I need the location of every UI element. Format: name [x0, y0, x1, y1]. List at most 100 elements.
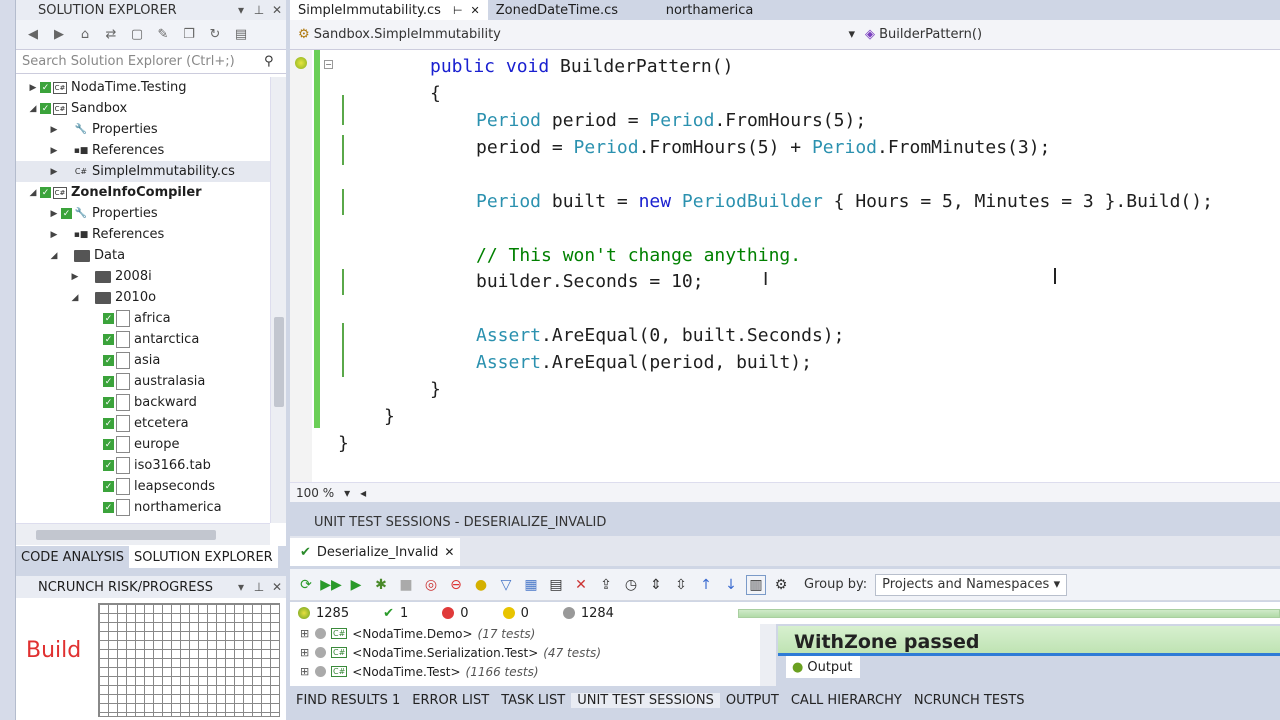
- expand-icon[interactable]: ⊞: [300, 646, 310, 659]
- collapse-all-icon[interactable]: ⇳: [671, 575, 691, 595]
- tab-simpleimmutability[interactable]: SimpleImmutability.cs ⊢ ✕: [290, 0, 488, 20]
- tab-unit-test-sessions[interactable]: UNIT TEST SESSIONS: [571, 692, 720, 708]
- search-icon[interactable]: ⚲: [264, 54, 286, 69]
- filter-failed-icon[interactable]: ⊖: [446, 575, 466, 595]
- expand-arrow-icon[interactable]: ▶: [47, 209, 61, 219]
- group-icon[interactable]: ▦: [521, 575, 541, 595]
- show-files-icon[interactable]: ▢: [128, 26, 146, 44]
- tree-item[interactable]: ✓ europe: [16, 434, 270, 455]
- tab-ncrunch-tests[interactable]: NCRUNCH TESTS: [908, 693, 1031, 708]
- run-all-icon[interactable]: ⟳: [296, 575, 316, 595]
- scroll-left-icon[interactable]: ◂: [360, 486, 366, 500]
- collapse-arrow-icon[interactable]: ◢: [47, 251, 61, 261]
- collapse-arrow-icon[interactable]: ◢: [68, 293, 82, 303]
- collapse-icon[interactable]: −: [324, 60, 333, 69]
- tree-item[interactable]: ◢ Data: [16, 245, 270, 266]
- output-icon[interactable]: ▤: [546, 575, 566, 595]
- pin-icon[interactable]: ⊥: [250, 580, 268, 594]
- collapse-arrow-icon[interactable]: ◢: [26, 104, 40, 114]
- tree-item[interactable]: ▶ ✓ 🔧 Properties: [16, 203, 270, 224]
- tab-solution-explorer[interactable]: SOLUTION EXPLORER: [128, 546, 278, 568]
- close-icon[interactable]: ✕: [268, 3, 286, 17]
- group-by-combo[interactable]: Projects and Namespaces ▾: [875, 573, 1068, 596]
- expand-arrow-icon[interactable]: ▶: [47, 230, 61, 240]
- home-icon[interactable]: ⌂: [76, 26, 94, 44]
- tree-item[interactable]: ▶ C# SimpleImmutability.cs: [16, 161, 270, 182]
- test-project-row[interactable]: ⊞ C# <NodaTime.Serialization.Test> (47 test…: [290, 643, 760, 662]
- copy-icon[interactable]: ❐: [180, 26, 198, 44]
- close-icon[interactable]: ✕: [268, 580, 286, 594]
- expand-icon[interactable]: ⊞: [300, 627, 310, 640]
- run-icon[interactable]: ▶▶: [320, 575, 342, 595]
- tab-deserialize-invalid[interactable]: ✔ Deserialize_Invalid ✕: [290, 538, 461, 566]
- test-project-row[interactable]: ⊞ C# <NodaTime.Test> (1166 tests): [290, 662, 760, 681]
- tree-item[interactable]: ✓ antarctica: [16, 329, 270, 350]
- tab-output[interactable]: OUTPUT: [720, 693, 785, 708]
- forward-icon[interactable]: ▶: [50, 26, 68, 44]
- settings-icon[interactable]: ⚙: [771, 575, 791, 595]
- export-icon[interactable]: ⇪: [596, 575, 616, 595]
- back-icon[interactable]: ◀: [24, 26, 42, 44]
- tree-item[interactable]: ▶ ✓ C# NodaTime.Testing: [16, 77, 270, 98]
- collapse-arrow-icon[interactable]: ◢: [26, 188, 40, 198]
- tree-item[interactable]: ▶ 2008i: [16, 266, 270, 287]
- tree-item[interactable]: ▶ ▪■ References: [16, 224, 270, 245]
- tab-zoneddatetime[interactable]: ZonedDateTime.cs: [488, 0, 658, 20]
- tree-item[interactable]: ✓ etcetera: [16, 413, 270, 434]
- tree-vertical-scrollbar[interactable]: [270, 77, 286, 523]
- close-icon[interactable]: ✕: [471, 4, 480, 17]
- tree-item[interactable]: ✓ leapseconds: [16, 476, 270, 497]
- solution-explorer-search[interactable]: Search Solution Explorer (Ctrl+;) ⚲: [16, 50, 286, 74]
- tab-error-list[interactable]: ERROR LIST: [406, 693, 495, 708]
- expand-all-icon[interactable]: ⇕: [646, 575, 666, 595]
- stop-icon[interactable]: ■: [396, 575, 416, 595]
- expand-arrow-icon[interactable]: ▶: [47, 167, 61, 177]
- class-dropdown[interactable]: ⚙ Sandbox.SimpleImmutability ▾: [290, 27, 865, 42]
- test-project-row[interactable]: ⊞ C# <NodaTime.Demo> (17 tests): [290, 624, 760, 643]
- member-dropdown[interactable]: ◈ BuilderPattern(): [865, 27, 982, 42]
- tree-item[interactable]: ✓ asia: [16, 350, 270, 371]
- stat-ignored[interactable]: 0: [502, 606, 529, 621]
- tree-item[interactable]: ◢ ✓ C# Sandbox: [16, 98, 270, 119]
- tab-code-analysis[interactable]: CODE ANALYSIS: [16, 546, 129, 568]
- tree-item[interactable]: ▶ ▪■ References: [16, 140, 270, 161]
- tree-item[interactable]: ▶ 🔧 Properties: [16, 119, 270, 140]
- output-tab[interactable]: ● Output: [786, 656, 860, 678]
- tree-item[interactable]: ✓ iso3166.tab: [16, 455, 270, 476]
- expand-icon[interactable]: ⊞: [300, 665, 310, 678]
- dropdown-icon[interactable]: ▾: [232, 3, 250, 17]
- scroll-thumb[interactable]: [36, 530, 216, 540]
- stat-notrun[interactable]: 1284: [562, 606, 614, 621]
- pin-icon[interactable]: ⊥: [250, 3, 268, 17]
- pin-icon[interactable]: ⊢: [453, 4, 463, 17]
- scroll-thumb[interactable]: [274, 317, 284, 407]
- tree-item[interactable]: ◢ ✓ C# ZoneInfoCompiler: [16, 182, 270, 203]
- collapse-all-icon[interactable]: ▤: [232, 26, 250, 44]
- tab-northamerica[interactable]: northamerica: [658, 0, 762, 20]
- tab-call-hierarchy[interactable]: CALL HIERARCHY: [785, 693, 908, 708]
- properties-wrench-icon[interactable]: ✎: [154, 26, 172, 44]
- tree-item[interactable]: ✓ australasia: [16, 371, 270, 392]
- filter-ignored-icon[interactable]: ●: [471, 575, 491, 595]
- next-icon[interactable]: ↓: [721, 575, 741, 595]
- expand-arrow-icon[interactable]: ▶: [26, 83, 40, 93]
- refresh-icon[interactable]: ↻: [206, 26, 224, 44]
- stat-total[interactable]: 1285: [298, 606, 349, 621]
- tree-item[interactable]: ✓ africa: [16, 308, 270, 329]
- tree-item[interactable]: ◢ 2010o: [16, 287, 270, 308]
- code-editor[interactable]: − public void BuilderPattern() {Period pe…: [290, 50, 1280, 482]
- sync-icon[interactable]: ⇄: [102, 26, 120, 44]
- layout-icon[interactable]: ▥: [746, 574, 766, 595]
- chevron-down-icon[interactable]: ▾: [344, 486, 350, 500]
- tab-find-results[interactable]: FIND RESULTS 1: [290, 693, 406, 708]
- tree-item[interactable]: ✓ backward: [16, 392, 270, 413]
- expand-arrow-icon[interactable]: ▶: [68, 272, 82, 282]
- stat-failed[interactable]: 0: [442, 606, 469, 621]
- previous-icon[interactable]: ↑: [696, 575, 716, 595]
- remove-icon[interactable]: ✕: [571, 575, 591, 595]
- filter-all-icon[interactable]: ◎: [421, 575, 441, 595]
- tree-horizontal-scrollbar[interactable]: [16, 523, 270, 545]
- tree-item[interactable]: ✓ northamerica: [16, 497, 270, 518]
- test-tree-scrollbar[interactable]: [760, 624, 776, 686]
- track-icon[interactable]: ◷: [621, 575, 641, 595]
